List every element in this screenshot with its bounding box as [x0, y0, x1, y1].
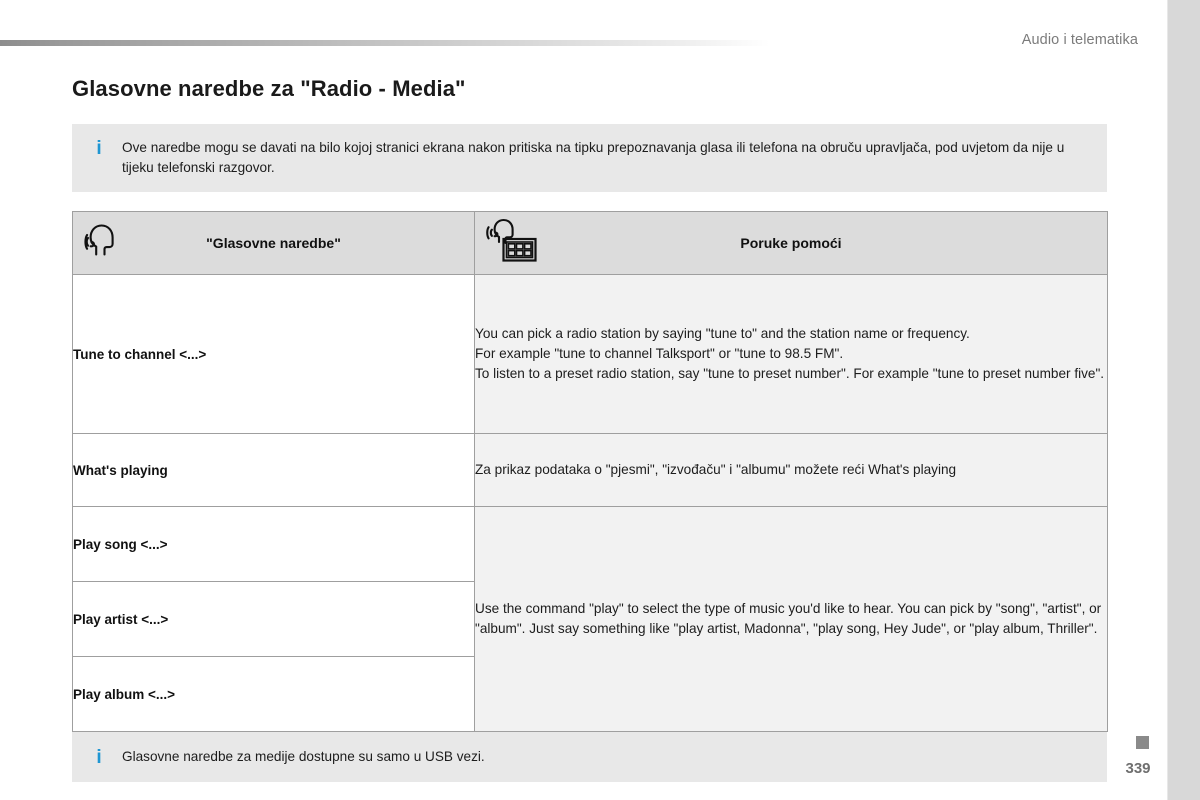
info-note-top: i Ove naredbe mogu se davati na bilo koj…: [72, 124, 1107, 192]
table-header-help-label: Poruke pomoći: [740, 235, 842, 251]
info-note-top-text: Ove naredbe mogu se davati na bilo kojoj…: [122, 140, 1065, 175]
voice-commands-table: "Glasovne naredbe" Poruke pomoći Tune to…: [72, 211, 1108, 732]
command-cell: Play song <...>: [72, 506, 475, 582]
help-cell: Za prikaz podataka o "pjesmi", "izvođaču…: [474, 433, 1108, 507]
table-header-commands-label: "Glasovne naredbe": [206, 235, 341, 251]
command-cell: Tune to channel <...>: [72, 274, 475, 434]
command-cell: Play artist <...>: [72, 581, 475, 657]
header-gradient-rule: [0, 40, 770, 46]
page-marker-square: [1136, 736, 1149, 749]
page-edge-strip: [1167, 0, 1200, 800]
voice-command-head-icon: [84, 221, 126, 266]
info-note-bottom-text: Glasovne naredbe za medije dostupne su s…: [122, 749, 485, 764]
table-row: Play song <...> Use the command "play" t…: [72, 506, 1108, 732]
help-line: To listen to a preset radio station, say…: [475, 366, 1105, 381]
help-line: For example "tune to channel Talksport" …: [475, 346, 844, 361]
table-header-help: Poruke pomoći: [474, 211, 1108, 275]
info-icon: i: [96, 138, 102, 159]
page-number: 339: [1125, 760, 1151, 777]
help-line: You can pick a radio station by saying "…: [475, 326, 970, 341]
help-cell: You can pick a radio station by saying "…: [474, 274, 1108, 434]
section-header-title: Audio i telematika: [1021, 32, 1138, 48]
table-header-commands: "Glasovne naredbe": [72, 211, 475, 275]
table-row: Tune to channel <...> You can pick a rad…: [72, 274, 1108, 434]
info-icon: i: [96, 747, 102, 768]
table-header-row: "Glasovne naredbe" Poruke pomoći: [72, 211, 1108, 275]
help-cell-merged: Use the command "play" to select the typ…: [474, 506, 1108, 732]
command-cell: What's playing: [72, 433, 475, 507]
table-row: What's playing Za prikaz podataka o "pje…: [72, 433, 1108, 507]
voice-help-screen-icon: [486, 218, 538, 268]
page-content: Glasovne naredbe za "Radio - Media" i Ov…: [72, 76, 1108, 782]
page-title: Glasovne naredbe za "Radio - Media": [72, 76, 466, 101]
command-cell: Play album <...>: [72, 656, 475, 732]
info-note-bottom: i Glasovne naredbe za medije dostupne su…: [72, 732, 1107, 782]
